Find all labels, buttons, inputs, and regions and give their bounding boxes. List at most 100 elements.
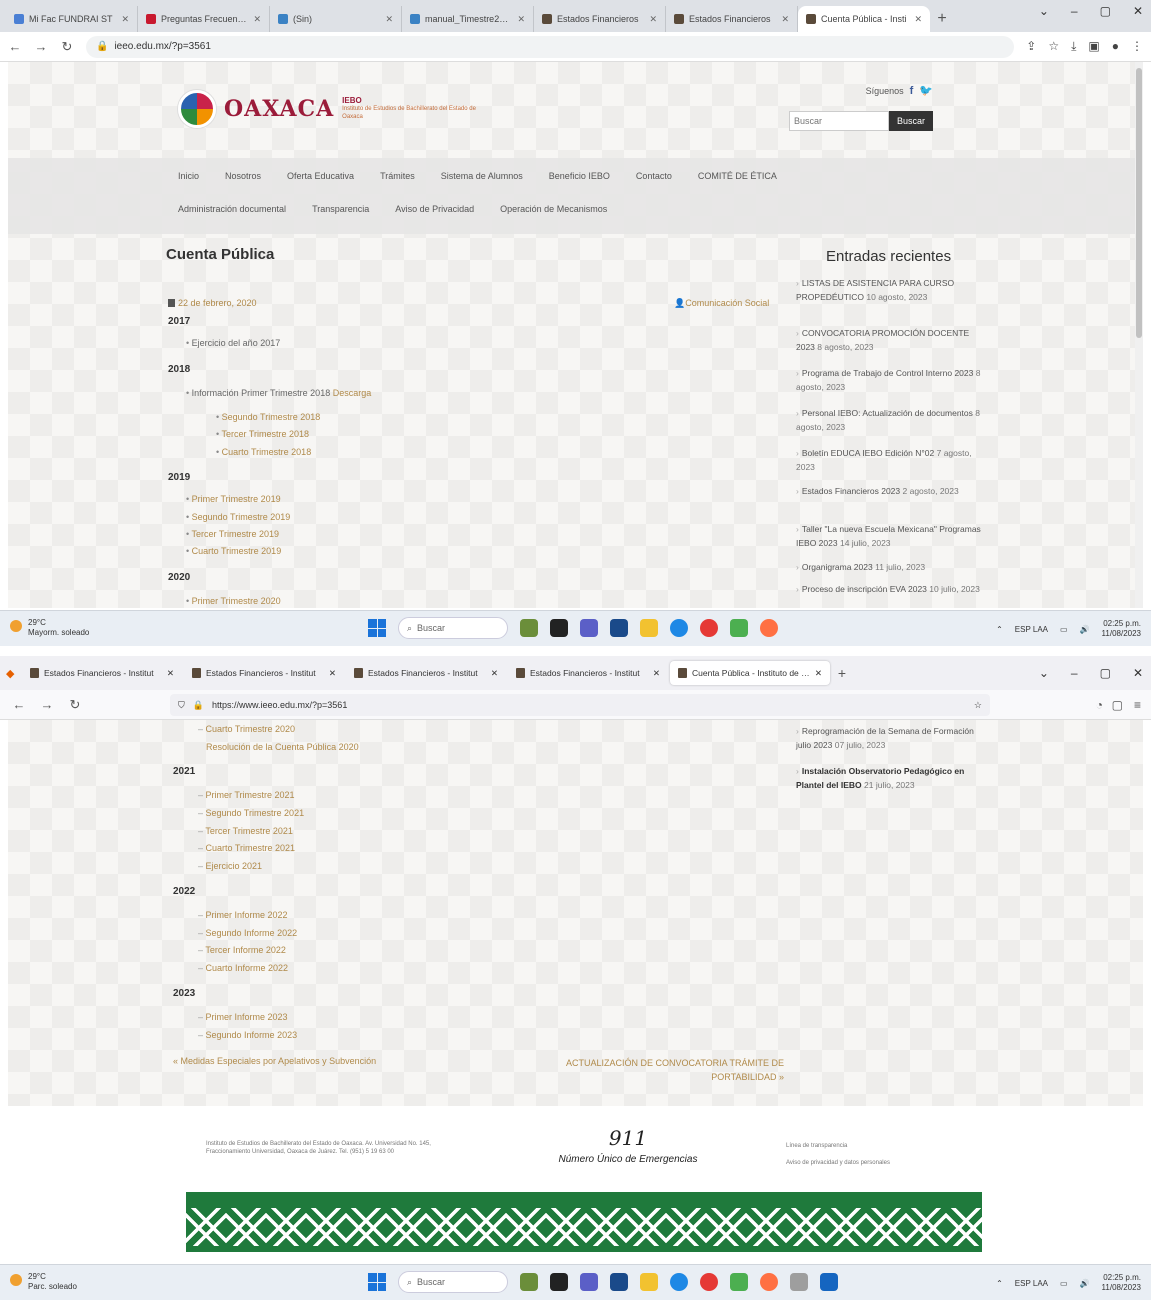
task-view-icon[interactable] (550, 1273, 568, 1291)
close-icon[interactable]: ✕ (1133, 666, 1143, 680)
address-bar[interactable]: 🔒 ieeo.edu.mx/?p=3561 (86, 35, 1015, 58)
maximize-icon[interactable]: ▢ (1100, 4, 1111, 18)
file-explorer-icon[interactable] (640, 1273, 658, 1291)
firefox-icon[interactable] (760, 1273, 778, 1291)
close-icon[interactable]: ✕ (781, 14, 789, 25)
facebook-icon[interactable]: f (910, 85, 914, 97)
browser-tab[interactable]: Estados Financieros - Institut ✕ (184, 661, 344, 685)
list-item[interactable]: Primer Trimestre 2021 (198, 790, 295, 800)
reload-icon[interactable]: ↻ (68, 697, 82, 713)
close-icon[interactable]: ✕ (385, 14, 393, 25)
scrollbar-thumb[interactable] (1136, 68, 1142, 338)
star-icon[interactable]: ☆ (974, 700, 982, 711)
volume-icon[interactable]: 🔊 (1080, 1279, 1090, 1288)
sidebar-entry[interactable]: › Personal IEBO: Actualización de documen… (796, 406, 986, 434)
list-item[interactable]: Cuarto Trimestre 2018 (216, 447, 312, 457)
page-scrollbar[interactable] (1135, 62, 1143, 608)
sidebar-icon[interactable]: ▣ (1088, 39, 1099, 54)
nav-item[interactable]: Operación de Mecanismos (500, 204, 607, 214)
file-explorer-icon[interactable] (640, 619, 658, 637)
new-tab-button[interactable]: + (930, 6, 954, 32)
outlook-icon[interactable] (820, 1273, 838, 1291)
close-icon[interactable]: ✕ (649, 14, 657, 25)
list-item[interactable]: Tercer Trimestre 2021 (198, 826, 293, 836)
minimize-icon[interactable]: – (1071, 4, 1078, 18)
close-icon[interactable]: ✕ (914, 14, 922, 25)
nav-item[interactable]: Inicio (178, 171, 199, 181)
list-item[interactable]: Resolución de la Cuenta Pública 2020 (206, 742, 359, 752)
list-item[interactable]: Segundo Informe 2022 (198, 928, 298, 938)
taskbar-clock[interactable]: 02:25 p.m. 11/08/2023 (1102, 619, 1141, 639)
nav-item[interactable]: Oferta Educativa (287, 171, 354, 181)
browser-tab[interactable]: Estados Financieros ✕ (534, 6, 666, 32)
nav-item[interactable]: Sistema de Alumnos (441, 171, 523, 181)
sidebar-entry[interactable]: › CONVOCATORIA PROMOCIÓN DOCENTE 2023 8 a… (796, 326, 986, 354)
reload-icon[interactable]: ↻ (60, 39, 74, 55)
taskbar-search[interactable]: ⌕ Buscar (398, 1271, 508, 1293)
nav-item[interactable]: Beneficio IEBO (549, 171, 610, 181)
back-icon[interactable]: ← (12, 697, 26, 712)
store-icon[interactable] (610, 619, 628, 637)
task-view-icon[interactable] (550, 619, 568, 637)
download-icon[interactable]: ⤓ (1071, 39, 1076, 54)
list-item[interactable]: Cuarto Trimestre 2019 (186, 546, 282, 556)
menu-icon[interactable]: ⋮ (1131, 39, 1143, 54)
close-icon[interactable]: ✕ (253, 14, 261, 25)
list-item[interactable]: Tercer Trimestre 2018 (216, 429, 310, 439)
browser-tab[interactable]: Preguntas Frecuentes ✕ (138, 6, 270, 32)
close-icon[interactable]: ✕ (167, 668, 174, 679)
chrome-icon[interactable] (700, 1273, 718, 1291)
new-tab-button[interactable]: + (832, 665, 852, 681)
download-link[interactable]: Descarga (333, 388, 372, 398)
address-bar[interactable]: ⛉ 🔒 https://www.ieeo.edu.mx/?p=3561 ☆ (170, 694, 990, 716)
list-item[interactable]: Primer Informe 2023 (198, 1012, 288, 1022)
excel-icon[interactable] (730, 1273, 748, 1291)
list-item[interactable]: Segundo Informe 2023 (198, 1030, 298, 1040)
post-author[interactable]: 👤Comunicación Social (674, 298, 769, 309)
language-indicator[interactable]: ESP LAA (1015, 625, 1048, 634)
browser-tab[interactable]: (Sin) ✕ (270, 6, 402, 32)
chevron-down-icon[interactable]: ⌄ (1039, 4, 1049, 18)
browser-tab[interactable]: Estados Financieros - Institut ✕ (346, 661, 506, 685)
close-icon[interactable]: ✕ (121, 14, 129, 25)
sidebar-entry[interactable]: › Instalación Observatorio Pedagógico en … (796, 764, 986, 792)
weather-widget[interactable]: 29°C Mayorm. soleado (10, 618, 89, 638)
close-icon[interactable]: ✕ (815, 668, 822, 679)
close-icon[interactable]: ✕ (329, 668, 336, 679)
excel-icon[interactable] (730, 619, 748, 637)
sidebar-entry[interactable]: › Organigrama 2023 11 julio, 2023 (796, 560, 986, 574)
chat-icon[interactable] (580, 1273, 598, 1291)
sidebar-entry[interactable]: › Boletín EDUCA IEBO Edición N°02 7 agost… (796, 446, 986, 474)
sidebar-entry[interactable]: › Reprogramación de la Semana de Formació… (796, 724, 986, 752)
maximize-icon[interactable]: ▢ (1100, 666, 1111, 680)
sidebar-entry[interactable]: › Estados Financieros 2023 2 agosto, 2023 (796, 484, 986, 498)
firefox-icon[interactable] (760, 619, 778, 637)
list-item[interactable]: Segundo Trimestre 2019 (186, 512, 291, 522)
chat-icon[interactable] (580, 619, 598, 637)
app-icon[interactable] (790, 1273, 808, 1291)
browser-tab[interactable]: Mi Fac FUNDRAI ST ✕ (6, 6, 138, 32)
close-icon[interactable]: ✕ (653, 668, 660, 679)
pocket-icon[interactable]: ◔ (1096, 698, 1103, 712)
browser-tab[interactable]: Estados Financieros - Institut ✕ (22, 661, 182, 685)
browser-tab-active[interactable]: Cuenta Pública - Insti ✕ (798, 6, 930, 32)
list-item[interactable]: Segundo Trimestre 2018 (216, 412, 321, 422)
list-item[interactable]: Ejercicio del año 2017 (186, 338, 281, 348)
list-item[interactable]: Cuarto Trimestre 2020 (198, 724, 296, 734)
edge-icon[interactable] (670, 1273, 688, 1291)
taskbar-clock[interactable]: 02:25 p.m. 11/08/2023 (1102, 1273, 1141, 1293)
list-item[interactable]: Primer Trimestre 2020 (186, 596, 281, 606)
chrome-icon[interactable] (700, 619, 718, 637)
list-item[interactable]: Ejercicio 2021 (198, 861, 263, 871)
profile-icon[interactable]: ● (1112, 39, 1119, 54)
widgets-icon[interactable] (520, 619, 538, 637)
network-icon[interactable]: ▭ (1060, 625, 1068, 634)
browser-tab[interactable]: Estados Financieros ✕ (666, 6, 798, 32)
close-icon[interactable]: ✕ (517, 14, 525, 25)
windows-start-icon[interactable] (368, 619, 386, 637)
nav-item[interactable]: Trámites (380, 171, 415, 181)
footer-link[interactable]: Aviso de privacidad y datos personales (786, 1159, 890, 1168)
site-logo[interactable]: OAXACA IEBO Instituto de Estudios de Bach… (178, 90, 492, 128)
list-item[interactable]: Primer Informe 2022 (198, 910, 288, 920)
weather-widget[interactable]: 29°C Parc. soleado (10, 1272, 77, 1292)
